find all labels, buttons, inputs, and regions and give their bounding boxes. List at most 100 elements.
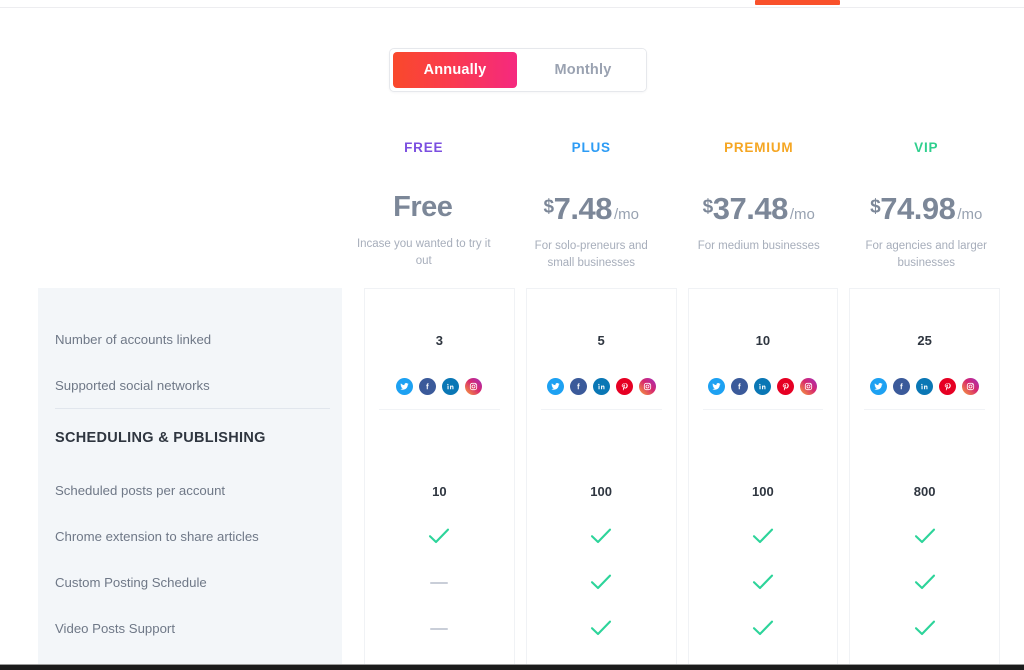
twitter-icon: [870, 377, 888, 395]
feature-value-cell: 5: [597, 332, 605, 348]
not-included-dash-icon: [430, 581, 449, 585]
feature-value-cell: 3: [435, 332, 443, 348]
feature-value-cell: [850, 514, 999, 560]
plan-values-column-premium: 10 100: [687, 288, 839, 670]
plan-values-column-plus: 5 100: [525, 288, 677, 670]
pinterest-icon: [939, 377, 957, 395]
currency-symbol: $: [543, 196, 555, 218]
billing-toggle-option-monthly[interactable]: Monthly: [520, 49, 646, 91]
feature-value-cell: [527, 606, 676, 652]
feature-value-cell: 10: [432, 483, 447, 499]
instagram-icon: [800, 377, 818, 395]
check-icon: [590, 527, 612, 548]
plan-name: PREMIUM: [724, 140, 794, 155]
check-icon: [752, 573, 774, 594]
top-nav-strip: [0, 0, 1024, 9]
price-amount: 74.98: [880, 191, 956, 226]
feature-value-cell: [365, 606, 514, 652]
facebook-icon: [731, 377, 749, 395]
linkedin-icon: [442, 377, 460, 395]
facebook-icon: [569, 377, 587, 395]
feature-value-cell: [689, 363, 838, 409]
plan-description: For agencies and larger businesses: [865, 240, 987, 269]
feature-value-cell: 100: [752, 483, 774, 499]
plan-header-vip: VIP $74.98/mo For agencies and larger busi…: [843, 140, 1011, 270]
feature-label: Scheduled posts per account: [55, 482, 226, 498]
twitter-icon: [546, 377, 564, 395]
facebook-icon: [419, 377, 437, 395]
feature-label: Supported social networks: [55, 377, 210, 393]
comparison-table: Number of accounts linked Supported socia…: [38, 288, 1000, 670]
price-period: /mo: [957, 206, 983, 223]
check-icon: [914, 527, 936, 548]
twitter-icon: [708, 377, 726, 395]
feature-value-cell: [850, 606, 999, 652]
pricing-page: Annually Monthly FREE Free Incase you wante…: [0, 0, 1024, 670]
plan-price: Free: [340, 193, 508, 222]
price-period: /mo: [789, 206, 815, 223]
feature-value-cell: [689, 514, 838, 560]
not-included-dash-icon: [430, 627, 449, 631]
plan-values-column-vip: 25 800: [849, 288, 1000, 670]
social-network-icon-set: [708, 377, 818, 395]
feature-value-cell: 800: [913, 483, 936, 499]
plan-values-column-free: 3 10: [364, 288, 515, 670]
check-icon: [752, 619, 774, 640]
feature-value-cell: [365, 363, 514, 409]
instagram-icon: [465, 377, 483, 395]
linkedin-icon: [754, 377, 772, 395]
instagram-icon: [962, 377, 980, 395]
feature-value-cell: [850, 560, 999, 606]
social-network-icon-set: [546, 377, 656, 395]
currency-symbol: $: [702, 196, 714, 218]
pinterest-icon: [615, 377, 633, 395]
plan-headers: FREE Free Incase you wanted to try it out P…: [340, 140, 1010, 270]
facebook-icon: [893, 377, 911, 395]
linkedin-icon: [592, 377, 610, 395]
plan-description: For medium businesses: [697, 240, 820, 252]
feature-value-cell: [527, 560, 676, 606]
feature-value-cell: [365, 560, 514, 606]
social-network-icon-set: [870, 377, 980, 395]
price-amount: 7.48: [553, 191, 613, 226]
feature-label-column: Number of accounts linked Supported socia…: [38, 288, 342, 670]
feature-value-cell: [365, 514, 514, 560]
plan-value-columns: 3 10 5 100 10 100 25 800: [342, 288, 1000, 670]
feature-value-cell: [689, 606, 838, 652]
instagram-icon: [638, 377, 656, 395]
plan-name: FREE: [404, 140, 444, 155]
plan-name: PLUS: [571, 140, 611, 155]
plan-header-free: FREE Free Incase you wanted to try it out: [340, 140, 508, 270]
check-icon: [590, 573, 612, 594]
check-icon: [914, 619, 936, 640]
check-icon: [914, 573, 936, 594]
billing-period-toggle[interactable]: Annually Monthly: [389, 48, 647, 92]
price-amount: 37.48: [712, 191, 789, 226]
feature-label: Chrome extension to share articles: [55, 528, 259, 544]
feature-value-cell: [527, 514, 676, 560]
check-icon: [590, 619, 612, 640]
feature-value-cell: [527, 363, 676, 409]
pinterest-icon: [777, 377, 795, 395]
check-icon: [752, 527, 774, 548]
plan-header-plus: PLUS $7.48/mo For solo-preneurs and small …: [508, 140, 676, 270]
price-period: /mo: [613, 206, 639, 223]
feature-section-heading: SCHEDULING & PUBLISHING: [55, 430, 266, 446]
feature-value-cell: 10: [755, 332, 771, 348]
currency-symbol: $: [870, 196, 881, 218]
top-divider: [0, 7, 1024, 8]
feature-label: Video Posts Support: [55, 620, 175, 636]
price-amount: Free: [393, 191, 453, 223]
billing-toggle-option-annually[interactable]: Annually: [393, 52, 517, 88]
feature-value-cell: 25: [917, 332, 932, 348]
window-bottom-edge: [0, 665, 1024, 670]
plan-price: $74.98/mo: [843, 193, 1011, 224]
linkedin-icon: [916, 377, 934, 395]
social-network-icon-set: [396, 377, 483, 395]
feature-label: Number of accounts linked: [55, 331, 212, 347]
plan-price: $7.48/mo: [508, 193, 676, 224]
feature-value-cell: [850, 363, 999, 409]
